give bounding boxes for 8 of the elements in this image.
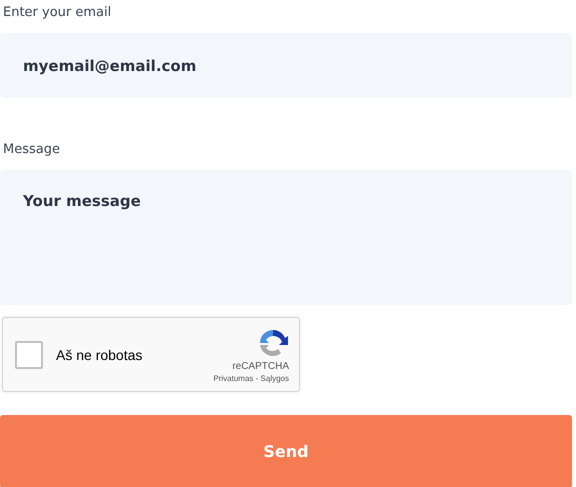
captcha-label: Aš ne robotas: [56, 346, 144, 362]
recaptcha-brand: reCAPTCHA: [232, 360, 289, 372]
message-field[interactable]: Your message: [0, 170, 572, 305]
captcha-checkbox[interactable]: [15, 340, 43, 368]
privacy-terms-links[interactable]: Privatumas - Sąlygos: [213, 374, 289, 382]
message-label: Message: [2, 141, 61, 159]
email-field[interactable]: myemail@email.com: [0, 33, 572, 98]
email-label: Enter your email: [2, 4, 112, 22]
